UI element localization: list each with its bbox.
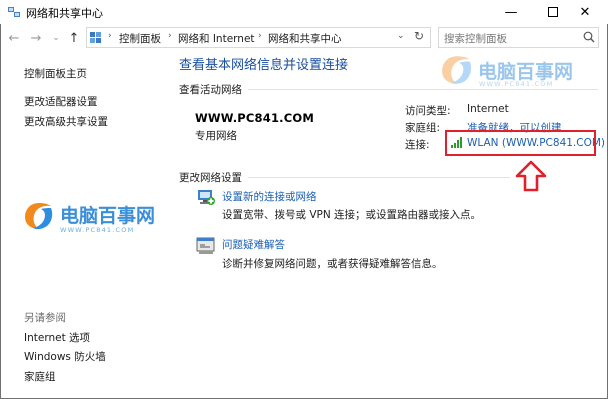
setup-new-connection-desc: 设置宽带、拨号或 VPN 连接；或设置路由器或接入点。 <box>222 209 482 221</box>
see-also-heading: 另请参阅 <box>24 312 66 324</box>
maximize-icon <box>548 7 558 17</box>
see-also-homegroup[interactable]: 家庭组 <box>24 369 56 384</box>
page-title: 查看基本网络信息并设置连接 <box>179 58 349 73</box>
breadcrumb-network-sharing-center[interactable]: 网络和共享中心 <box>268 31 342 46</box>
search-icon[interactable] <box>583 31 595 43</box>
chevron-down-icon: ⌄ <box>397 31 405 41</box>
forward-button[interactable]: → <box>28 29 44 47</box>
close-icon: ✕ <box>579 4 591 20</box>
watermark-logo <box>442 56 472 84</box>
divider <box>248 177 510 178</box>
access-type-value: Internet <box>467 103 509 115</box>
recent-locations-button[interactable]: ⌄ <box>48 29 64 47</box>
search-placeholder: 搜索控制面板 <box>444 33 507 45</box>
chevron-down-icon: ⌄ <box>52 33 60 43</box>
address-dropdown-button[interactable]: ⌄ <box>397 31 405 41</box>
network-name: WWW.PC841.COM <box>195 111 314 125</box>
up-button[interactable]: ↑ <box>66 29 82 47</box>
change-settings-label: 更改网络设置 <box>179 172 242 184</box>
divider <box>248 89 598 90</box>
arrow-up-annotation-icon <box>515 160 547 192</box>
arrow-left-icon: ← <box>8 30 20 46</box>
active-networks-label: 查看活动网络 <box>179 84 242 96</box>
window-title: 网络和共享中心 <box>26 7 103 20</box>
control-panel-icon <box>90 32 101 43</box>
breadcrumb-network-internet[interactable]: 网络和 Internet <box>178 31 255 46</box>
chevron-right-icon: › <box>258 31 262 41</box>
arrow-up-icon: ↑ <box>68 30 80 46</box>
sidebar-control-panel-home[interactable]: 控制面板主页 <box>24 66 87 81</box>
access-type-label: 访问类型: <box>405 105 451 117</box>
network-type[interactable]: 专用网络 <box>195 128 237 143</box>
breadcrumb-control-panel[interactable]: 控制面板 <box>119 31 161 46</box>
back-button[interactable]: ← <box>6 29 22 47</box>
watermark-url: WWW.PC841.COM <box>60 226 135 234</box>
new-connection-icon <box>198 190 215 205</box>
chevron-right-icon: › <box>108 31 112 41</box>
troubleshoot-desc: 诊断并修复网络问题，或者获得疑难解答信息。 <box>222 258 443 270</box>
refresh-icon: ↻ <box>414 29 425 43</box>
setup-new-connection-link[interactable]: 设置新的连接或网络 <box>222 189 317 204</box>
sidebar-change-advanced-sharing[interactable]: 更改高级共享设置 <box>24 114 108 129</box>
minimize-button[interactable]: — <box>488 0 534 24</box>
sidebar-change-adapter-settings[interactable]: 更改适配器设置 <box>24 94 98 109</box>
connections-label: 连接: <box>405 139 430 151</box>
watermark-brand: 电脑百事网 <box>60 205 156 227</box>
network-center-icon <box>8 7 20 17</box>
highlight-box <box>445 130 596 156</box>
refresh-button[interactable]: ↻ <box>414 29 424 43</box>
minimize-icon: — <box>504 4 518 20</box>
chevron-right-icon: › <box>168 31 172 41</box>
arrow-right-icon: → <box>30 30 42 46</box>
see-also-internet-options[interactable]: Internet 选项 <box>24 330 90 345</box>
watermark-logo <box>25 203 53 230</box>
troubleshoot-icon <box>196 237 215 254</box>
homegroup-label: 家庭组: <box>405 122 441 134</box>
watermark-url: WWW.PC841.COM <box>479 80 554 88</box>
close-button[interactable]: ✕ <box>562 0 608 24</box>
troubleshoot-link[interactable]: 问题疑难解答 <box>222 237 285 252</box>
see-also-windows-firewall[interactable]: Windows 防火墙 <box>24 349 106 364</box>
